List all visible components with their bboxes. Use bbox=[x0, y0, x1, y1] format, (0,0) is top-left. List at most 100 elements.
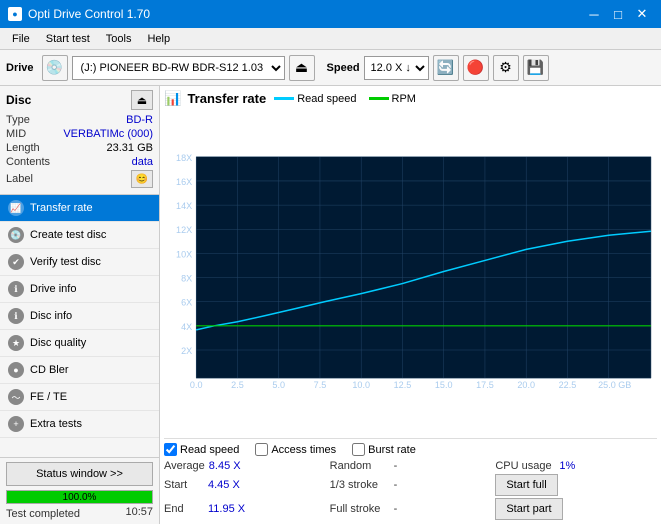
stat-random-label: Random bbox=[330, 460, 390, 472]
chart-icon: 📊 bbox=[164, 90, 181, 107]
maximize-button[interactable]: □ bbox=[607, 3, 629, 25]
disc-mid-value: VERBATIMc (000) bbox=[63, 128, 153, 140]
disc-label-btn[interactable]: 😊 bbox=[131, 170, 153, 188]
svg-text:22.5: 22.5 bbox=[559, 380, 577, 390]
titlebar-title: Opti Drive Control 1.70 bbox=[28, 7, 150, 21]
svg-text:12.5: 12.5 bbox=[394, 380, 412, 390]
svg-text:7.5: 7.5 bbox=[314, 380, 327, 390]
status-window-btn[interactable]: Status window >> bbox=[6, 462, 153, 486]
eject-button[interactable]: ⏏ bbox=[289, 55, 315, 81]
svg-text:15.0: 15.0 bbox=[435, 380, 453, 390]
nav-item-transfer-rate[interactable]: 📈 Transfer rate bbox=[0, 195, 159, 222]
color-button[interactable]: 🔴 bbox=[463, 55, 489, 81]
nav-label-extra-tests: Extra tests bbox=[30, 418, 82, 430]
save-button[interactable]: 💾 bbox=[523, 55, 549, 81]
nav-item-drive-info[interactable]: ℹ Drive info bbox=[0, 276, 159, 303]
nav-icon-verify: ✔ bbox=[8, 254, 24, 270]
refresh-button[interactable]: 🔄 bbox=[433, 55, 459, 81]
legend-label-rpm: RPM bbox=[392, 93, 416, 105]
minimize-button[interactable]: ─ bbox=[583, 3, 605, 25]
drive-icon-btn[interactable]: 💿 bbox=[42, 55, 68, 81]
stats-grid: Average 8.45 X Random - CPU usage 1% Sta… bbox=[164, 460, 657, 520]
stat-random-row: Random - bbox=[330, 460, 492, 472]
stat-full-stroke-value: - bbox=[394, 503, 424, 515]
checkbox-access-times-input[interactable] bbox=[255, 443, 268, 456]
stat-stroke13-value: - bbox=[394, 479, 424, 491]
titlebar-left: ● Opti Drive Control 1.70 bbox=[8, 7, 150, 21]
settings-button[interactable]: ⚙ bbox=[493, 55, 519, 81]
stat-end-value: 11.95 X bbox=[208, 503, 248, 515]
nav-item-fe-te[interactable]: 〜 FE / TE bbox=[0, 384, 159, 411]
nav-label-disc-info: Disc info bbox=[30, 310, 72, 322]
nav-icon-extra: + bbox=[8, 416, 24, 432]
menu-file[interactable]: File bbox=[4, 31, 38, 47]
chart-title-text: Transfer rate bbox=[187, 91, 266, 106]
disc-title: Disc bbox=[6, 93, 31, 107]
nav-item-disc-info[interactable]: ℹ Disc info bbox=[0, 303, 159, 330]
nav-label-verify-test-disc: Verify test disc bbox=[30, 256, 101, 268]
stat-random-value: - bbox=[394, 460, 424, 472]
status-text: Test completed bbox=[6, 508, 80, 520]
chart-legend: Read speed RPM bbox=[274, 93, 416, 105]
checkbox-access-times[interactable]: Access times bbox=[255, 443, 336, 456]
disc-eject-btn[interactable]: ⏏ bbox=[131, 90, 153, 110]
stat-cpu-value: 1% bbox=[559, 460, 599, 472]
legend-rpm: RPM bbox=[369, 93, 416, 105]
nav-label-disc-quality: Disc quality bbox=[30, 337, 86, 349]
chart-footer: Read speed Access times Burst rate Avera… bbox=[164, 438, 657, 520]
stat-cpu-row: CPU usage 1% bbox=[495, 460, 657, 472]
chart-area: 📊 Transfer rate Read speed RPM bbox=[160, 86, 661, 524]
progress-bar-container: 100.0% bbox=[6, 490, 153, 504]
svg-text:16X: 16X bbox=[176, 177, 192, 187]
svg-text:4X: 4X bbox=[181, 322, 192, 332]
start-part-button[interactable]: Start part bbox=[495, 498, 562, 520]
speed-select[interactable]: 12.0 X ↓ bbox=[364, 56, 429, 80]
checkbox-burst-rate-input[interactable] bbox=[352, 443, 365, 456]
svg-text:10.0: 10.0 bbox=[352, 380, 370, 390]
nav-label-cd-bler: CD Bler bbox=[30, 364, 69, 376]
nav-item-create-test-disc[interactable]: 💿 Create test disc bbox=[0, 222, 159, 249]
checkbox-burst-rate[interactable]: Burst rate bbox=[352, 443, 416, 456]
stat-average-label: Average bbox=[164, 460, 205, 472]
app-icon: ● bbox=[8, 7, 22, 21]
nav-item-cd-bler[interactable]: ● CD Bler bbox=[0, 357, 159, 384]
menu-tools[interactable]: Tools bbox=[98, 31, 140, 47]
chart-header: 📊 Transfer rate Read speed RPM bbox=[164, 90, 657, 107]
disc-header: Disc ⏏ bbox=[6, 90, 153, 110]
svg-text:12X: 12X bbox=[176, 225, 192, 235]
nav-icon-drive-info: ℹ bbox=[8, 281, 24, 297]
stat-full-stroke-label: Full stroke bbox=[330, 503, 390, 515]
checkbox-read-speed[interactable]: Read speed bbox=[164, 443, 239, 456]
nav-item-extra-tests[interactable]: + Extra tests bbox=[0, 411, 159, 438]
close-button[interactable]: ✕ bbox=[631, 3, 653, 25]
chart-title: 📊 Transfer rate bbox=[164, 90, 266, 107]
stat-start-label: Start bbox=[164, 479, 204, 491]
speed-label: Speed bbox=[327, 62, 360, 74]
disc-label-label: Label bbox=[6, 173, 33, 185]
titlebar: ● Opti Drive Control 1.70 ─ □ ✕ bbox=[0, 0, 661, 28]
nav-icon-cd-bler: ● bbox=[8, 362, 24, 378]
svg-text:2X: 2X bbox=[181, 346, 192, 356]
stat-start-row: Start 4.45 X bbox=[164, 474, 326, 496]
menu-help[interactable]: Help bbox=[139, 31, 178, 47]
nav-label-transfer-rate: Transfer rate bbox=[30, 202, 93, 214]
nav-item-verify-test-disc[interactable]: ✔ Verify test disc bbox=[0, 249, 159, 276]
stat-cpu-label: CPU usage bbox=[495, 460, 555, 472]
legend-read-speed: Read speed bbox=[274, 93, 356, 105]
nav-icon-disc-info: ℹ bbox=[8, 308, 24, 324]
disc-contents-label: Contents bbox=[6, 156, 50, 168]
checkbox-read-speed-input[interactable] bbox=[164, 443, 177, 456]
main-container: Disc ⏏ Type BD-R MID VERBATIMc (000) Len… bbox=[0, 86, 661, 524]
disc-mid-label: MID bbox=[6, 128, 26, 140]
start-full-button[interactable]: Start full bbox=[495, 474, 557, 496]
status-time: 10:57 bbox=[125, 506, 153, 520]
chart-svg: 18X 16X 14X 12X 10X 8X 6X 4X 2X 0.0 2.5 … bbox=[164, 109, 657, 438]
stat-start-value: 4.45 X bbox=[208, 479, 248, 491]
svg-text:10X: 10X bbox=[176, 249, 192, 259]
menu-start-test[interactable]: Start test bbox=[38, 31, 98, 47]
disc-label-row: Label 😊 bbox=[6, 170, 153, 188]
chart-svg-container: 18X 16X 14X 12X 10X 8X 6X 4X 2X 0.0 2.5 … bbox=[164, 109, 657, 438]
drive-select[interactable]: (J:) PIONEER BD-RW BDR-S12 1.03 bbox=[72, 56, 285, 80]
disc-length-value: 23.31 GB bbox=[107, 142, 153, 154]
nav-item-disc-quality[interactable]: ★ Disc quality bbox=[0, 330, 159, 357]
